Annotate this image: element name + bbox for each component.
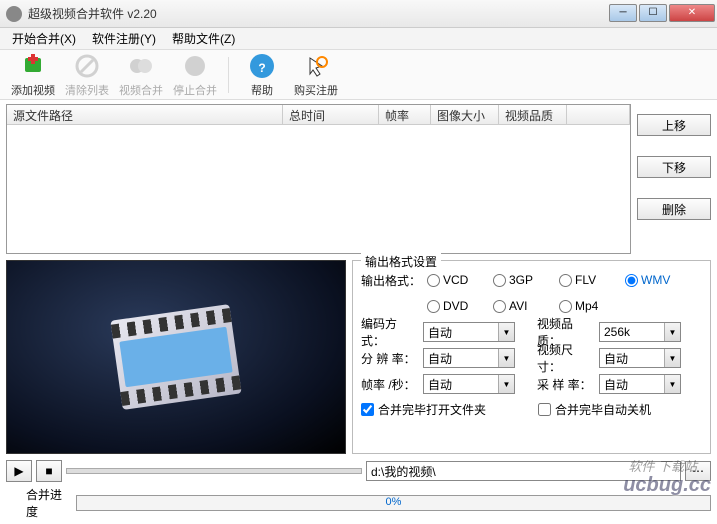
chevron-down-icon: ▼ (498, 349, 514, 367)
output-settings-group: 输出格式设置 输出格式： VCD 3GP FLV WMV DVD AVI Mp4… (352, 260, 711, 454)
format-label: 输出格式： (361, 272, 421, 289)
radio-3gp[interactable]: 3GP (493, 273, 549, 287)
col-quality[interactable]: 视频品质 (499, 105, 567, 124)
chevron-down-icon: ▼ (498, 375, 514, 393)
add-video-button[interactable]: 添加视频 (8, 52, 58, 98)
merge-icon (127, 52, 155, 80)
fps-combo[interactable]: 自动▼ (423, 374, 515, 394)
chevron-down-icon: ▼ (664, 323, 680, 341)
output-path-field[interactable]: d:\我的视频\ (366, 461, 681, 481)
help-button[interactable]: ? 帮助 (237, 52, 287, 98)
radio-mp4[interactable]: Mp4 (559, 299, 615, 313)
col-duration[interactable]: 总时间 (283, 105, 379, 124)
chevron-down-icon: ▼ (498, 323, 514, 341)
svg-text:?: ? (258, 61, 265, 75)
resolution-combo[interactable]: 自动▼ (423, 348, 515, 368)
cursor-star-icon (302, 52, 330, 80)
vsize-combo[interactable]: 自动▼ (599, 348, 681, 368)
radio-wmv[interactable]: WMV (625, 273, 681, 287)
progress-bar: 0% (76, 495, 711, 511)
open-folder-checkbox[interactable]: 合并完毕打开文件夹 (361, 401, 486, 418)
close-button[interactable]: ✕ (669, 4, 715, 22)
minimize-button[interactable]: ─ (609, 4, 637, 22)
stop-button[interactable]: ■ (36, 460, 62, 482)
file-list[interactable]: 源文件路径 总时间 帧率 图像大小 视频品质 (6, 104, 631, 254)
radio-avi[interactable]: AVI (493, 299, 549, 313)
sample-combo[interactable]: 自动▼ (599, 374, 681, 394)
delete-button[interactable]: 删除 (637, 198, 711, 220)
clear-list-button[interactable]: 清除列表 (62, 52, 112, 98)
col-fps[interactable]: 帧率 (379, 105, 431, 124)
menu-help[interactable]: 帮助文件(Z) (164, 28, 243, 49)
col-path[interactable]: 源文件路径 (7, 105, 283, 124)
app-icon (6, 6, 22, 22)
encode-combo[interactable]: 自动▼ (423, 322, 515, 342)
group-title: 输出格式设置 (361, 253, 441, 270)
menu-start-merge[interactable]: 开始合并(X) (4, 28, 84, 49)
stop-merge-button[interactable]: 停止合并 (170, 52, 220, 98)
radio-vcd[interactable]: VCD (427, 273, 483, 287)
move-down-button[interactable]: 下移 (637, 156, 711, 178)
video-preview (6, 260, 346, 454)
col-size[interactable]: 图像大小 (431, 105, 499, 124)
buy-register-button[interactable]: 购买注册 (291, 52, 341, 98)
vquality-combo[interactable]: 256k▼ (599, 322, 681, 342)
move-up-button[interactable]: 上移 (637, 114, 711, 136)
col-spare (567, 105, 630, 124)
plus-video-icon (19, 52, 47, 80)
merge-video-button[interactable]: 视频合并 (116, 52, 166, 98)
browse-button[interactable]: ⋯ (685, 461, 711, 481)
chevron-down-icon: ▼ (664, 375, 680, 393)
maximize-button[interactable]: ☐ (639, 4, 667, 22)
help-icon: ? (248, 52, 276, 80)
clear-icon (73, 52, 101, 80)
radio-flv[interactable]: FLV (559, 273, 615, 287)
seek-slider[interactable] (66, 468, 362, 474)
film-strip-icon (110, 304, 241, 410)
progress-percent: 0% (386, 496, 402, 508)
shutdown-checkbox[interactable]: 合并完毕自动关机 (538, 401, 651, 418)
play-button[interactable]: ▶ (6, 460, 32, 482)
chevron-down-icon: ▼ (664, 349, 680, 367)
toolbar-separator (228, 57, 229, 93)
window-title: 超级视频合并软件 v2.20 (28, 5, 607, 22)
radio-dvd[interactable]: DVD (427, 299, 483, 313)
stop-icon (181, 52, 209, 80)
menu-register[interactable]: 软件注册(Y) (84, 28, 164, 49)
